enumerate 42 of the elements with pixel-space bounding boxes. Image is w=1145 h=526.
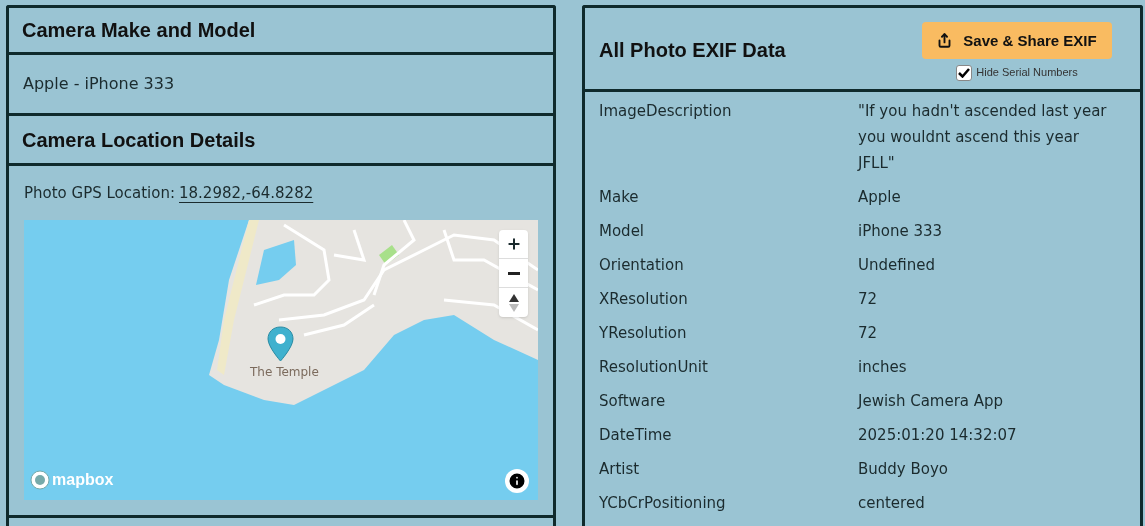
info-icon — [507, 471, 527, 491]
exif-value-cell-text: Undefined — [858, 255, 936, 276]
mapbox-logo-icon — [30, 470, 50, 490]
gps-label: Photo GPS Location: — [24, 183, 175, 204]
gps-coordinates-link[interactable]: 18.2982,-64.8282 — [179, 182, 314, 206]
save-share-button[interactable]: Save & Share EXIF — [922, 22, 1112, 60]
exif-tag-cell-text: Artist — [598, 459, 641, 480]
exif-value-cell-text: "If you hadn't ascended last year you wouldnt ascend this year JFLL" — [858, 101, 1108, 174]
exif-value-cell-text: Buddy Boyo — [858, 459, 949, 480]
park-area — [379, 245, 399, 265]
exif-tag-cell-text: Software — [598, 391, 667, 412]
exif-value-cell-text: inches — [858, 357, 908, 378]
compass-icon — [508, 293, 519, 312]
exif-tag-cell-text: Make — [598, 187, 640, 208]
minus-icon — [507, 271, 520, 275]
hide-serials-label: Hide Serial Numbers — [976, 65, 1078, 81]
exif-value-cell-text: iPhone 333 — [858, 221, 944, 242]
section-title: Camera Make and Model — [22, 18, 256, 43]
exif-tag-cell-text: Orientation — [598, 255, 685, 276]
mapbox-logo-text: mapbox — [52, 470, 114, 490]
exif-tag-cell-text: XResolution — [598, 289, 689, 310]
plus-icon — [505, 236, 522, 252]
exif-value-cell-text: 2025:01:20 14:32:07 — [858, 425, 1018, 446]
make-model-text: Apple - iPhone 333 — [23, 73, 175, 95]
exif-tag-cell-text: YResolution — [598, 323, 688, 344]
exif-tag-cell-text: ResolutionUnit — [598, 357, 709, 378]
exif-tag-cell-text: DateTime — [598, 425, 673, 446]
share-arrow-icon — [937, 33, 953, 49]
exif-value-cell-text: Apple — [858, 187, 902, 208]
section-title: Camera Location Details — [22, 127, 256, 153]
checkmark-icon — [958, 67, 971, 78]
hide-serials-checkbox[interactable] — [956, 64, 973, 81]
exif-tag-cell-text: Model — [598, 221, 646, 242]
exif-tag-cell-text: YCbCrPositioning — [598, 493, 727, 514]
exif-tag-cell-text: ImageDescription — [598, 101, 733, 122]
location-pin-icon[interactable] — [267, 326, 294, 362]
section-title: All Photo EXIF Data — [599, 38, 786, 63]
exif-value-cell-text: Jewish Camera App — [858, 391, 1005, 412]
exif-value-cell-text: centered — [858, 493, 926, 514]
place-label: The Temple — [250, 364, 319, 381]
exif-value-cell-text: 72 — [858, 289, 879, 310]
exif-value-cell-text: 72 — [858, 323, 879, 344]
